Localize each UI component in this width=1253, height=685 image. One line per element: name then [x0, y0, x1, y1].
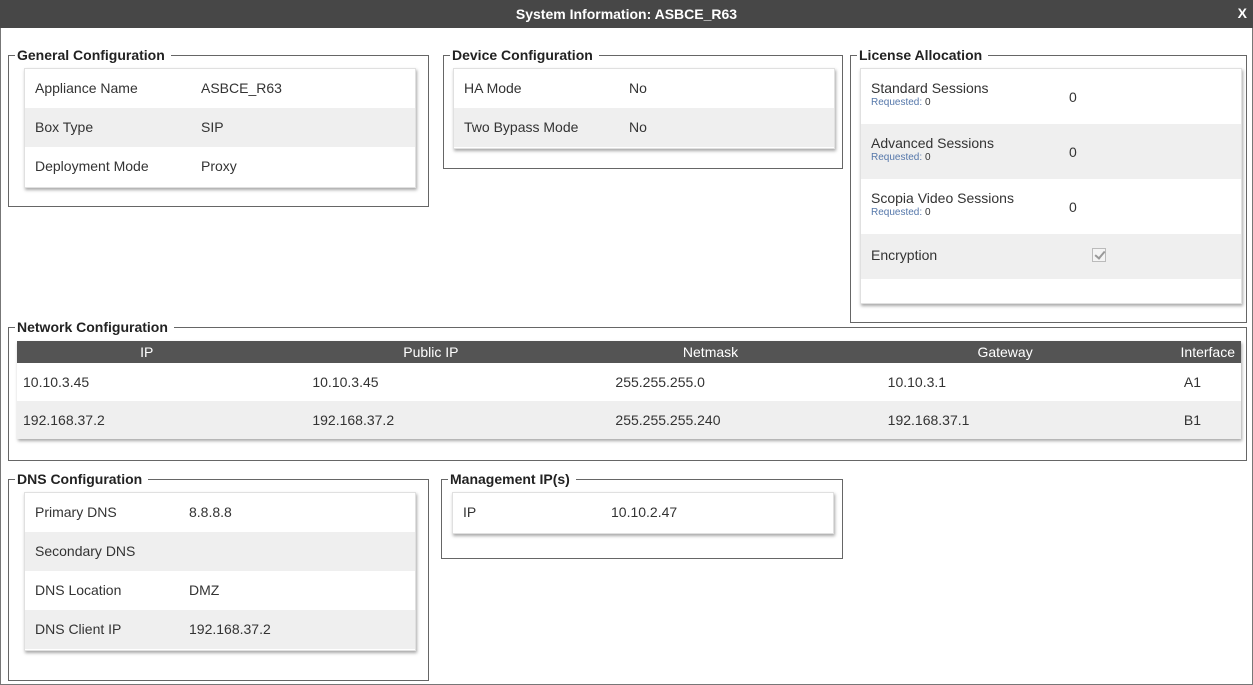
device-row-two-bypass-mode: Two Bypass Mode No — [454, 108, 834, 147]
advanced-sessions-label: Advanced Sessions — [871, 135, 994, 151]
standard-sessions-value: 0 — [1069, 89, 1077, 105]
general-configuration-panel: Appliance Name ASBCE_R63 Box Type SIP De… — [24, 68, 416, 188]
license-allocation-group: License Allocation Standard Sessions Req… — [850, 47, 1247, 323]
encryption-checkmark-icon — [1092, 248, 1106, 262]
general-row-appliance-name: Appliance Name ASBCE_R63 — [25, 69, 415, 108]
device-row-ha-mode: HA Mode No — [454, 69, 834, 108]
dns-row-primary: Primary DNS 8.8.8.8 — [25, 493, 415, 532]
network-table: IP Public IP Netmask Gateway Interface 1… — [17, 341, 1241, 439]
management-ip-panel: IP 10.10.2.47 — [452, 492, 834, 534]
deployment-mode-label: Deployment Mode — [35, 158, 149, 174]
dns-location-label: DNS Location — [35, 582, 122, 598]
column-header-netmask: Netmask — [585, 341, 836, 363]
appliance-name-value: ASBCE_R63 — [201, 80, 282, 96]
license-row-standard-sessions: Standard Sessions Requested: 0 0 — [861, 69, 1241, 124]
license-allocation-legend: License Allocation — [859, 47, 983, 63]
deployment-mode-value: Proxy — [201, 158, 237, 174]
general-configuration-group: General Configuration Appliance Name ASB… — [8, 47, 429, 207]
dns-client-ip-value: 192.168.37.2 — [189, 621, 271, 637]
scopia-video-sessions-label: Scopia Video Sessions — [871, 190, 1014, 206]
table-row: 10.10.3.45 10.10.3.45 255.255.255.0 10.1… — [17, 363, 1241, 401]
dns-configuration-legend: DNS Configuration — [17, 471, 143, 487]
dns-configuration-panel: Primary DNS 8.8.8.8 Secondary DNS DNS Lo… — [24, 492, 416, 651]
license-row-scopia-video-sessions: Scopia Video Sessions Requested: 0 0 — [861, 179, 1241, 234]
general-configuration-legend: General Configuration — [17, 47, 165, 63]
cell-netmask: 255.255.255.240 — [585, 401, 836, 439]
cell-gateway: 10.10.3.1 — [887, 374, 947, 390]
license-row-advanced-sessions: Advanced Sessions Requested: 0 0 — [861, 124, 1241, 179]
close-icon[interactable]: X — [1238, 5, 1247, 21]
dns-location-value: DMZ — [189, 582, 220, 598]
cell-interface: A1 — [1183, 374, 1201, 390]
dns-configuration-group: DNS Configuration Primary DNS 8.8.8.8 Se… — [8, 471, 429, 681]
dns-row-location: DNS Location DMZ — [25, 571, 415, 610]
cell-ip: 192.168.37.2 — [17, 401, 277, 439]
encryption-label: Encryption — [871, 247, 938, 263]
system-information-dialog: General Configuration Appliance Name ASB… — [0, 28, 1253, 685]
management-row-ip: IP 10.10.2.47 — [453, 493, 833, 532]
dns-row-secondary: Secondary DNS — [25, 532, 415, 571]
cell-interface: B1 — [1174, 401, 1241, 439]
window-titlebar: System Information: ASBCE_R63 X — [0, 0, 1253, 28]
dns-client-ip-label: DNS Client IP — [35, 621, 122, 637]
management-ip-legend: Management IP(s) — [450, 471, 570, 487]
advanced-sessions-requested: Requested: 0 — [871, 152, 931, 163]
box-type-value: SIP — [201, 119, 224, 135]
scopia-video-sessions-requested: Requested: 0 — [871, 207, 931, 218]
primary-dns-label: Primary DNS — [35, 504, 117, 520]
standard-sessions-requested: Requested: 0 — [871, 97, 931, 108]
secondary-dns-label: Secondary DNS — [35, 543, 136, 559]
device-configuration-group: Device Configuration HA Mode No Two Bypa… — [443, 47, 843, 169]
license-allocation-panel: Standard Sessions Requested: 0 0 Advance… — [860, 68, 1242, 304]
standard-sessions-label: Standard Sessions — [871, 80, 989, 96]
ha-mode-value: No — [629, 80, 647, 96]
two-bypass-mode-label: Two Bypass Mode — [464, 119, 579, 135]
column-header-public-ip: Public IP — [276, 341, 586, 363]
cell-public-ip: 10.10.3.45 — [312, 374, 379, 390]
management-ip-label: IP — [463, 504, 477, 520]
column-header-ip: IP — [17, 341, 277, 363]
network-configuration-legend: Network Configuration — [17, 319, 168, 335]
device-configuration-panel: HA Mode No Two Bypass Mode No — [453, 68, 835, 149]
advanced-sessions-value: 0 — [1069, 144, 1077, 160]
appliance-name-label: Appliance Name — [35, 80, 138, 96]
general-row-box-type: Box Type SIP — [25, 108, 415, 147]
table-row: 192.168.37.2 192.168.37.2 255.255.255.24… — [17, 401, 1241, 439]
column-header-interface: Interface — [1174, 341, 1241, 363]
scopia-video-sessions-value: 0 — [1069, 199, 1077, 215]
network-table-header: IP Public IP Netmask Gateway Interface — [17, 341, 1241, 363]
primary-dns-value: 8.8.8.8 — [189, 504, 232, 520]
cell-gateway: 192.168.37.1 — [835, 401, 1175, 439]
dns-row-client-ip: DNS Client IP 192.168.37.2 — [25, 610, 415, 649]
ha-mode-label: HA Mode — [464, 80, 522, 96]
two-bypass-mode-value: No — [629, 119, 647, 135]
license-row-encryption: Encryption — [861, 234, 1241, 279]
column-header-gateway: Gateway — [835, 341, 1175, 363]
window-title: System Information: ASBCE_R63 — [515, 6, 738, 22]
cell-netmask: 255.255.255.0 — [615, 374, 705, 390]
device-configuration-legend: Device Configuration — [452, 47, 593, 63]
cell-public-ip: 192.168.37.2 — [276, 401, 586, 439]
cell-ip: 10.10.3.45 — [23, 374, 90, 390]
management-ip-value: 10.10.2.47 — [611, 504, 678, 520]
box-type-label: Box Type — [35, 119, 94, 135]
general-row-deployment-mode: Deployment Mode Proxy — [25, 147, 415, 186]
management-ip-group: Management IP(s) IP 10.10.2.47 — [441, 471, 843, 559]
